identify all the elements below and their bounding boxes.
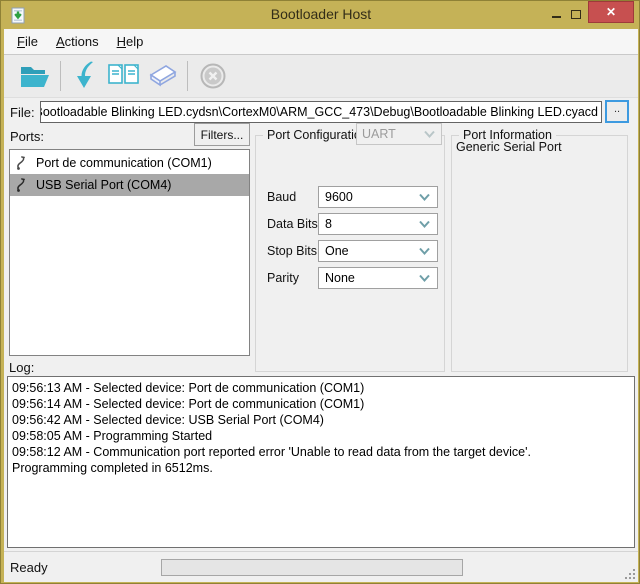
client-area: File Actions Help <box>4 29 638 582</box>
log-label: Log: <box>9 360 34 375</box>
log-line: 09:58:12 AM - Communication port reporte… <box>12 444 630 460</box>
file-path-value: ader_41xx\Bootloadable Blinking LED.cyds… <box>40 105 598 119</box>
serial-port-icon <box>14 155 30 171</box>
port-item-com1[interactable]: Port de communication (COM1) <box>10 152 249 174</box>
stop-bits-select[interactable]: One <box>318 240 438 262</box>
data-bits-select[interactable]: 8 <box>318 213 438 235</box>
file-label: File: <box>10 105 35 120</box>
chevron-down-icon <box>418 219 431 229</box>
stop-bits-value: One <box>325 244 349 258</box>
log-line: 09:58:05 AM - Programming Started <box>12 428 630 444</box>
maximize-button[interactable] <box>567 5 585 23</box>
data-bits-label: Data Bits <box>267 217 318 231</box>
program-button[interactable] <box>67 58 105 94</box>
status-text: Ready <box>10 560 48 575</box>
chevron-down-icon <box>418 192 431 202</box>
open-file-button[interactable] <box>16 58 54 94</box>
minimize-button[interactable] <box>547 5 565 23</box>
bootloader-host-window: Bootloader Host ✕ File Actions Help <box>0 0 640 584</box>
browse-button[interactable]: .. <box>605 100 629 123</box>
menu-help[interactable]: Help <box>108 30 153 53</box>
chevron-down-icon <box>423 129 436 139</box>
baud-label: Baud <box>267 190 296 204</box>
file-path-input[interactable]: ader_41xx\Bootloadable Blinking LED.cyds… <box>40 101 602 123</box>
minimize-icon <box>552 16 561 18</box>
documents-icon <box>107 62 141 90</box>
log-line: Programming completed in 6512ms. <box>12 460 630 476</box>
baud-select[interactable]: 9600 <box>318 186 438 208</box>
log-line: 09:56:42 AM - Selected device: USB Seria… <box>12 412 630 428</box>
download-arrow-icon <box>72 61 100 91</box>
menu-bar: File Actions Help <box>4 29 638 55</box>
resize-grip-icon[interactable] <box>625 569 635 579</box>
window-title: Bootloader Host <box>1 6 640 22</box>
parity-value: None <box>325 271 355 285</box>
titlebar[interactable]: Bootloader Host ✕ <box>1 1 640 29</box>
toolbar-separator <box>187 61 188 91</box>
cancel-circle-icon <box>199 62 227 90</box>
log-line: 09:56:14 AM - Selected device: Port de c… <box>12 396 630 412</box>
data-bits-value: 8 <box>325 217 332 231</box>
protocol-select: UART <box>356 123 442 145</box>
eraser-icon <box>146 63 178 89</box>
filters-label: Filters... <box>201 128 244 142</box>
toolbar-separator <box>60 61 61 91</box>
ports-label: Ports: <box>10 129 44 144</box>
parity-label: Parity <box>267 271 299 285</box>
protocol-value: UART <box>362 127 396 141</box>
abort-button <box>194 58 232 94</box>
chevron-down-icon <box>418 273 431 283</box>
maximize-icon <box>571 10 581 19</box>
ports-list[interactable]: Port de communication (COM1) USB Serial … <box>9 149 250 356</box>
chevron-down-icon <box>418 246 431 256</box>
folder-open-icon <box>19 63 52 90</box>
close-button[interactable]: ✕ <box>588 1 634 23</box>
log-output[interactable]: 09:56:13 AM - Selected device: Port de c… <box>7 376 635 548</box>
menu-file[interactable]: File <box>8 30 47 53</box>
toolbar <box>4 55 638 98</box>
menu-actions[interactable]: Actions <box>47 30 108 53</box>
port-item-com4[interactable]: USB Serial Port (COM4) <box>10 174 249 196</box>
browse-label: .. <box>614 103 620 115</box>
progress-bar <box>161 559 463 576</box>
stop-bits-label: Stop Bits <box>267 244 317 258</box>
close-icon: ✕ <box>606 5 616 19</box>
filters-button[interactable]: Filters... <box>194 123 250 146</box>
serial-port-icon <box>14 177 30 193</box>
port-item-label: USB Serial Port (COM4) <box>36 178 171 192</box>
port-information-content: Generic Serial Port <box>456 140 562 154</box>
port-configuration-group: Port Configuration Baud 9600 Data Bits 8… <box>255 135 445 372</box>
log-line: 09:56:13 AM - Selected device: Port de c… <box>12 380 630 396</box>
port-item-label: Port de communication (COM1) <box>36 156 212 170</box>
baud-value: 9600 <box>325 190 353 204</box>
status-bar: Ready <box>4 551 638 582</box>
verify-button[interactable] <box>105 58 143 94</box>
erase-button[interactable] <box>143 58 181 94</box>
port-information-group: Port Information Generic Serial Port <box>451 135 628 372</box>
parity-select[interactable]: None <box>318 267 438 289</box>
